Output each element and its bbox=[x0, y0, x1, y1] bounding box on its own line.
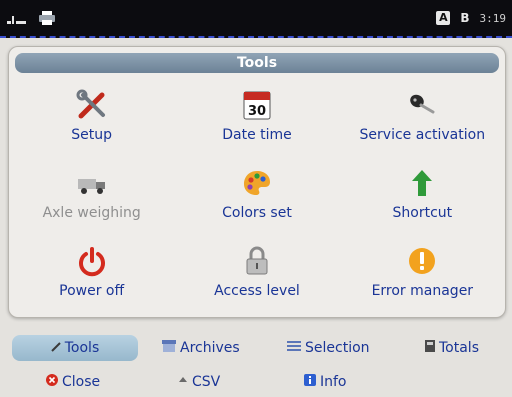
status-right: A B 3:19 bbox=[436, 11, 506, 25]
power-off-button[interactable]: Power off bbox=[9, 233, 174, 311]
antenna-icon bbox=[6, 10, 28, 30]
badge-a: A bbox=[436, 11, 451, 25]
access-level-label: Access level bbox=[214, 283, 300, 299]
warning-icon bbox=[406, 245, 438, 277]
info-icon bbox=[304, 374, 316, 390]
date-time-label: Date time bbox=[222, 127, 292, 143]
csv-button[interactable]: CSV bbox=[178, 369, 220, 395]
list-icon bbox=[287, 340, 301, 356]
close-icon bbox=[46, 374, 58, 390]
calendar-day: 30 bbox=[248, 104, 266, 119]
tools-grid: Setup 30 Date time Service activation Ax… bbox=[9, 77, 505, 311]
bottom-toolbar: Tools Archives Selection Totals Close CS… bbox=[0, 327, 512, 397]
wrench-icon bbox=[51, 340, 61, 356]
tools-panel: Tools Setup 30 Date time Service activat… bbox=[8, 46, 506, 318]
tab-tools[interactable]: Tools bbox=[12, 335, 138, 361]
info-label: Info bbox=[320, 374, 347, 390]
truck-icon bbox=[76, 167, 108, 199]
tab-archives[interactable]: Archives bbox=[162, 335, 240, 361]
date-time-button[interactable]: 30 Date time bbox=[174, 77, 339, 155]
shortcut-button[interactable]: Shortcut bbox=[340, 155, 505, 233]
palette-icon bbox=[241, 167, 273, 199]
tools-icon bbox=[76, 89, 108, 121]
status-bar: A B 3:19 bbox=[0, 0, 512, 38]
calculator-icon bbox=[425, 340, 435, 356]
badge-b: B bbox=[460, 11, 470, 25]
service-activation-button[interactable]: Service activation bbox=[340, 77, 505, 155]
close-label: Close bbox=[62, 374, 101, 390]
tab-archives-label: Archives bbox=[180, 340, 240, 356]
service-activation-label: Service activation bbox=[359, 127, 486, 143]
csv-label: CSV bbox=[192, 374, 221, 390]
printer-icon bbox=[38, 10, 56, 30]
calendar-icon: 30 bbox=[241, 89, 273, 121]
clock-time: 3:19 bbox=[479, 11, 507, 25]
colors-set-button[interactable]: Colors set bbox=[174, 155, 339, 233]
tab-selection[interactable]: Selection bbox=[287, 335, 370, 361]
panel-title: Tools bbox=[15, 53, 499, 73]
tab-totals-label: Totals bbox=[439, 340, 479, 356]
tab-totals[interactable]: Totals bbox=[425, 335, 479, 361]
tab-selection-label: Selection bbox=[305, 340, 370, 356]
setup-label: Setup bbox=[71, 127, 113, 143]
shortcut-label: Shortcut bbox=[392, 205, 453, 221]
access-level-button[interactable]: Access level bbox=[174, 233, 339, 311]
tab-tools-label: Tools bbox=[64, 340, 100, 356]
power-off-label: Power off bbox=[59, 283, 125, 299]
setup-button[interactable]: Setup bbox=[9, 77, 174, 155]
info-button[interactable]: Info bbox=[304, 369, 347, 395]
archive-icon bbox=[162, 340, 176, 356]
key-icon bbox=[406, 89, 438, 121]
close-button[interactable]: Close bbox=[46, 369, 100, 395]
error-manager-label: Error manager bbox=[371, 283, 474, 299]
export-icon bbox=[178, 374, 188, 390]
error-manager-button[interactable]: Error manager bbox=[340, 233, 505, 311]
axle-weighing-button[interactable]: Axle weighing bbox=[9, 155, 174, 233]
arrow-up-icon bbox=[406, 167, 438, 199]
axle-weighing-label: Axle weighing bbox=[42, 205, 141, 221]
power-icon bbox=[76, 245, 108, 277]
padlock-icon bbox=[241, 245, 273, 277]
status-left bbox=[6, 10, 56, 30]
colors-set-label: Colors set bbox=[222, 205, 292, 221]
